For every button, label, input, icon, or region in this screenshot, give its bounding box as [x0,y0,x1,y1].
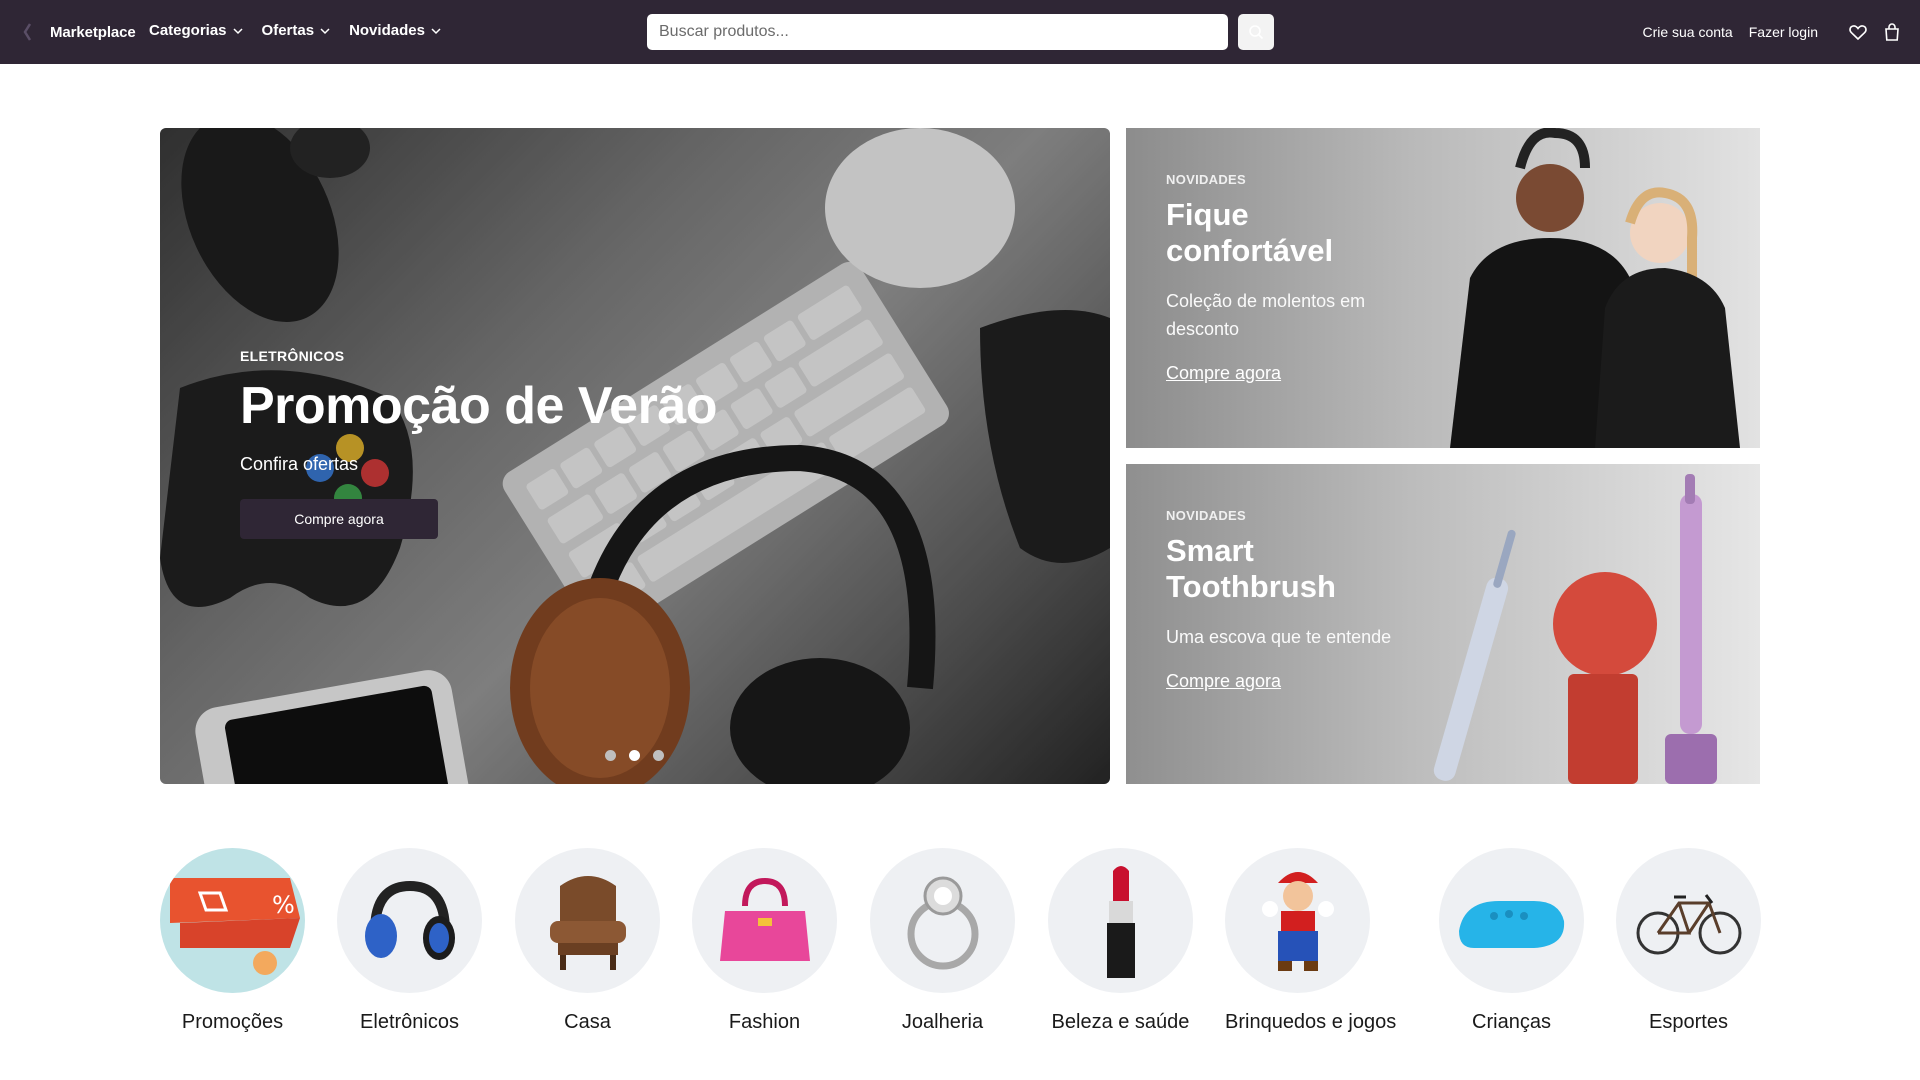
search-bar [647,14,1274,50]
handbag-icon [692,848,837,993]
clog-shoe-icon [1439,848,1584,993]
category-fashion[interactable]: Fashion [692,848,837,1034]
search-button[interactable] [1238,14,1274,50]
hero-eyebrow: ELETRÔNICOS [240,348,345,364]
category-strip: % Promoções Eletrônicos Casa Fashion Joa… [0,848,1920,1048]
search-input[interactable] [647,14,1228,50]
chevron-down-icon [233,27,243,34]
category-label: Fashion [728,1011,801,1033]
menu-novidades[interactable]: Novidades [349,22,442,39]
promo-text-block: NOVIDADES Fique confortável Coleção de m… [1166,172,1406,384]
promo-subtitle: Uma escova que te entende [1166,627,1392,647]
carousel-dot-2[interactable] [629,750,640,761]
svg-text:%: % [272,891,295,919]
toothbrush-photo [1433,474,1717,784]
category-casa[interactable]: Casa [515,848,660,1034]
hero-subtitle: Confira ofertas [240,454,359,474]
category-label: Brinquedos e jogos [1225,1011,1397,1033]
promo-title: Fique confortável [1166,197,1334,268]
hero-text-block: ELETRÔNICOS Promoção de Verão Confira of… [240,348,718,539]
category-label: Crianças [1472,1011,1551,1033]
sale-tag-icon: % [160,848,305,993]
category-promocoes[interactable]: % Promoções [160,848,305,1034]
lipstick-icon [1048,848,1193,993]
shopping-bag-icon[interactable] [1882,22,1902,42]
top-navigation-bar: Marketplace Categorias Ofertas Novidades… [0,0,1920,64]
promo-title: Smart Toothbrush [1166,533,1336,604]
menu-ofertas-label: Ofertas [261,22,315,39]
promo-card-comfort[interactable]: NOVIDADES Fique confortável Coleção de m… [1126,128,1760,448]
brand-name: Marketplace [50,23,136,41]
category-brinquedos-jogos[interactable]: Brinquedos e jogos [1225,848,1397,1034]
hoodie-models-photo [1450,128,1740,448]
login-link[interactable]: Fazer login [1749,24,1818,40]
brand-logo-icon [23,23,32,41]
carousel-dot-3[interactable] [653,750,664,761]
menu-ofertas[interactable]: Ofertas [262,22,332,39]
promo-text-block: NOVIDADES Smart Toothbrush Uma escova qu… [1166,508,1406,692]
category-eletronicos[interactable]: Eletrônicos [337,848,482,1034]
category-label: Casa [564,1011,611,1033]
armchair-icon [515,848,660,993]
menu-categorias[interactable]: Categorias [149,22,244,39]
bicycle-icon [1616,848,1761,993]
category-beleza-saude[interactable]: Beleza e saúde [1048,848,1193,1034]
promo-eyebrow: NOVIDADES [1166,508,1246,523]
promo-card-toothbrush[interactable]: NOVIDADES Smart Toothbrush Uma escova qu… [1126,464,1760,784]
promo-subtitle: Coleção de molentos em desconto [1166,291,1366,339]
hero-banner[interactable]: ELETRÔNICOS Promoção de Verão Confira of… [160,128,1110,784]
promo-shop-link[interactable]: Compre agora [1166,671,1281,692]
category-label: Esportes [1649,1011,1728,1033]
category-esportes[interactable]: Esportes [1616,848,1761,1034]
hero-title: Promoção de Verão [240,377,718,435]
chevron-down-icon [431,27,441,34]
category-label: Joalheria [901,1011,984,1033]
create-account-link[interactable]: Crie sua conta [1642,24,1732,40]
search-icon [1249,25,1264,40]
account-area: Crie sua conta Fazer login [1642,22,1902,42]
chevron-down-icon [320,27,330,34]
carousel-dot-1[interactable] [605,750,616,761]
hero-cta-button[interactable]: Compre agora [240,499,438,539]
ring-icon [870,848,1015,993]
carousel-dots [605,750,677,761]
promo-eyebrow: NOVIDADES [1166,172,1246,187]
menu-categorias-label: Categorias [149,22,227,39]
toy-figure-icon [1225,848,1370,993]
category-label: Beleza e saúde [1051,1011,1190,1033]
main-menu: Categorias Ofertas Novidades [149,22,460,39]
category-criancas[interactable]: Crianças [1439,848,1584,1034]
brand[interactable]: Marketplace [22,20,136,44]
heart-icon[interactable] [1848,22,1868,42]
headphones-icon [337,848,482,993]
promo-shop-link[interactable]: Compre agora [1166,363,1281,384]
menu-novidades-label: Novidades [349,22,425,39]
category-joalheria[interactable]: Joalheria [870,848,1015,1034]
category-label: Eletrônicos [360,1011,459,1033]
category-label: Promoções [181,1011,284,1033]
